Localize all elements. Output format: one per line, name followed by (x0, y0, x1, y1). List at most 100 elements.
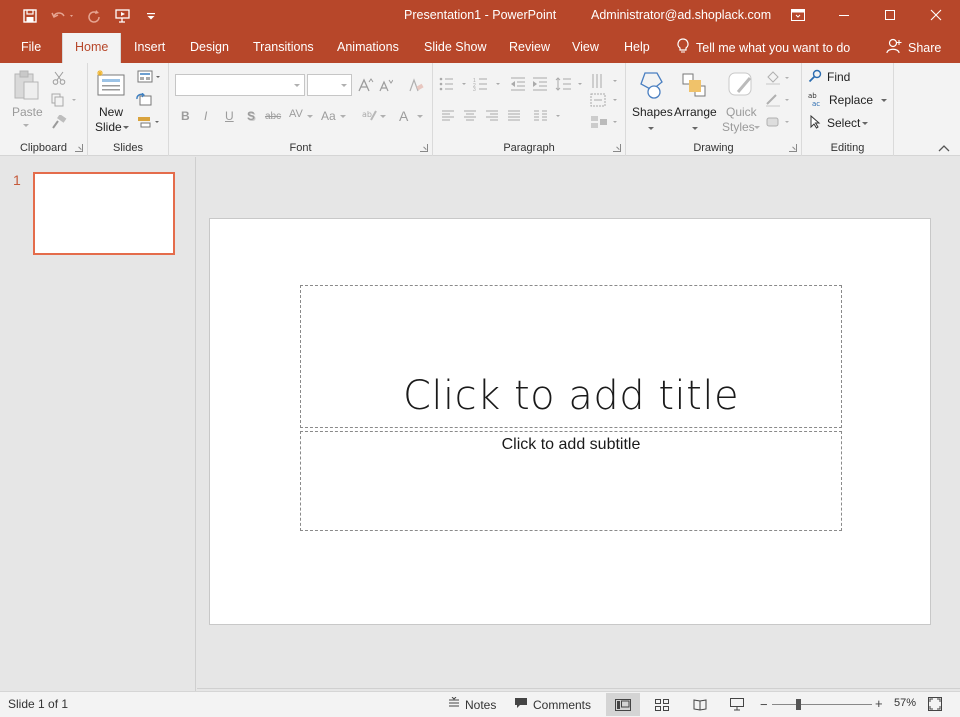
undo-icon[interactable] (49, 6, 77, 26)
replace-button[interactable]: ab ac Replace (808, 91, 892, 109)
replace-dropdown-caret[interactable] (881, 98, 888, 102)
paste-icon[interactable] (8, 69, 44, 103)
new-slide-dropdown-caret[interactable] (123, 126, 129, 129)
arrange-dropdown-caret[interactable] (692, 127, 698, 130)
find-button[interactable]: Find (808, 68, 892, 86)
shape-outline-icon[interactable] (764, 91, 794, 109)
clipboard-dialog-launcher[interactable] (75, 144, 83, 152)
start-from-beginning-icon[interactable] (113, 6, 133, 26)
tab-review[interactable]: Review (509, 32, 550, 63)
copy-icon[interactable] (50, 91, 80, 109)
slide-canvas[interactable]: Click to add title Click to add subtitle (209, 218, 931, 625)
arrange-icon[interactable] (678, 68, 710, 102)
font-color-caret[interactable] (417, 115, 423, 118)
layout-icon[interactable] (136, 69, 164, 85)
highlight-icon[interactable]: ab (362, 106, 378, 124)
clear-formatting-icon[interactable] (407, 76, 425, 94)
font-size-combo[interactable] (307, 74, 352, 96)
normal-view-icon[interactable] (606, 693, 640, 716)
comments-button[interactable]: Comments (514, 692, 591, 717)
decrease-font-size-icon[interactable] (378, 76, 394, 94)
paste-dropdown-caret[interactable] (23, 124, 29, 127)
title-placeholder-text[interactable]: Click to add title (301, 373, 841, 419)
character-spacing-icon[interactable]: AV (289, 108, 303, 120)
line-spacing-icon[interactable] (555, 75, 585, 93)
text-shadow-icon[interactable]: S (247, 109, 255, 123)
zoom-in-button[interactable]: + (875, 696, 883, 711)
zoom-level[interactable]: 57% (894, 697, 916, 709)
tab-transitions[interactable]: Transitions (253, 32, 314, 63)
tab-insert[interactable]: Insert (134, 32, 165, 63)
fit-slide-icon[interactable] (928, 697, 944, 713)
customize-qat-icon[interactable] (145, 6, 157, 26)
shape-fill-icon[interactable] (764, 69, 794, 87)
font-dialog-launcher[interactable] (420, 144, 428, 152)
numbering-icon[interactable]: 123 (473, 75, 503, 93)
quick-styles-label-2[interactable]: Styles (722, 120, 755, 134)
arrange-label[interactable]: Arrange (674, 105, 717, 119)
share-button[interactable]: Share (886, 32, 941, 63)
paste-label[interactable]: Paste (12, 105, 43, 119)
drawing-dialog-launcher[interactable] (789, 144, 797, 152)
font-color-icon[interactable]: A (399, 108, 408, 124)
bold-icon[interactable]: B (181, 109, 190, 123)
new-slide-label-2[interactable]: Slide (95, 120, 122, 134)
select-button[interactable]: Select (808, 114, 892, 132)
zoom-slider[interactable] (772, 704, 872, 705)
ribbon-display-options-icon[interactable] (775, 0, 821, 30)
text-direction-icon[interactable] (590, 71, 620, 91)
reading-view-icon[interactable] (683, 693, 717, 716)
subtitle-placeholder-text[interactable]: Click to add subtitle (301, 436, 841, 454)
redo-icon[interactable] (85, 6, 103, 26)
change-case-caret[interactable] (340, 115, 346, 118)
convert-to-smartart-icon[interactable] (590, 113, 620, 131)
tab-design[interactable]: Design (190, 32, 229, 63)
font-size-caret[interactable] (341, 84, 347, 87)
increase-indent-icon[interactable] (531, 75, 549, 93)
quick-styles-icon[interactable] (724, 68, 758, 102)
subtitle-placeholder[interactable]: Click to add subtitle (300, 431, 842, 531)
italic-icon[interactable]: I (204, 109, 207, 123)
tab-animations[interactable]: Animations (337, 32, 399, 63)
paragraph-dialog-launcher[interactable] (613, 144, 621, 152)
slide-sorter-icon[interactable] (645, 693, 679, 716)
format-painter-icon[interactable] (50, 113, 68, 131)
underline-icon[interactable]: U (225, 109, 234, 123)
section-icon[interactable] (136, 114, 164, 130)
title-placeholder[interactable]: Click to add title (300, 285, 842, 428)
align-center-icon[interactable] (461, 107, 479, 125)
shapes-label[interactable]: Shapes (632, 105, 673, 119)
tab-slide-show[interactable]: Slide Show (424, 32, 487, 63)
tab-home[interactable]: Home (62, 33, 122, 63)
new-slide-label-1[interactable]: New (99, 105, 123, 119)
close-icon[interactable] (913, 0, 959, 30)
tab-file[interactable]: File (21, 32, 41, 63)
notes-button[interactable]: Notes (448, 692, 496, 717)
highlight-caret[interactable] (380, 115, 386, 118)
align-left-icon[interactable] (439, 107, 457, 125)
tell-me-search[interactable]: Tell me what you want to do (676, 32, 850, 63)
select-dropdown-caret[interactable] (862, 121, 869, 125)
bullets-icon[interactable] (439, 75, 469, 93)
font-name-combo[interactable] (175, 74, 305, 96)
character-spacing-caret[interactable] (307, 115, 313, 118)
cut-icon[interactable] (50, 69, 68, 87)
zoom-slider-thumb[interactable] (796, 699, 802, 710)
tab-view[interactable]: View (572, 32, 599, 63)
save-icon[interactable] (20, 6, 40, 26)
font-name-caret[interactable] (294, 84, 300, 87)
zoom-out-button[interactable]: − (760, 697, 768, 712)
align-right-icon[interactable] (483, 107, 501, 125)
change-case-icon[interactable]: Aa (321, 109, 336, 123)
quick-styles-dropdown-caret[interactable] (754, 126, 760, 129)
shapes-dropdown-caret[interactable] (648, 127, 654, 130)
columns-icon[interactable] (533, 107, 563, 125)
collapse-ribbon-icon[interactable] (938, 141, 950, 152)
new-slide-icon[interactable] (94, 67, 128, 101)
align-text-icon[interactable] (590, 91, 620, 109)
tab-help[interactable]: Help (624, 32, 650, 63)
minimize-icon[interactable] (821, 0, 867, 30)
reset-icon[interactable] (136, 92, 152, 108)
justify-icon[interactable] (505, 107, 523, 125)
shape-effects-icon[interactable] (764, 113, 794, 131)
